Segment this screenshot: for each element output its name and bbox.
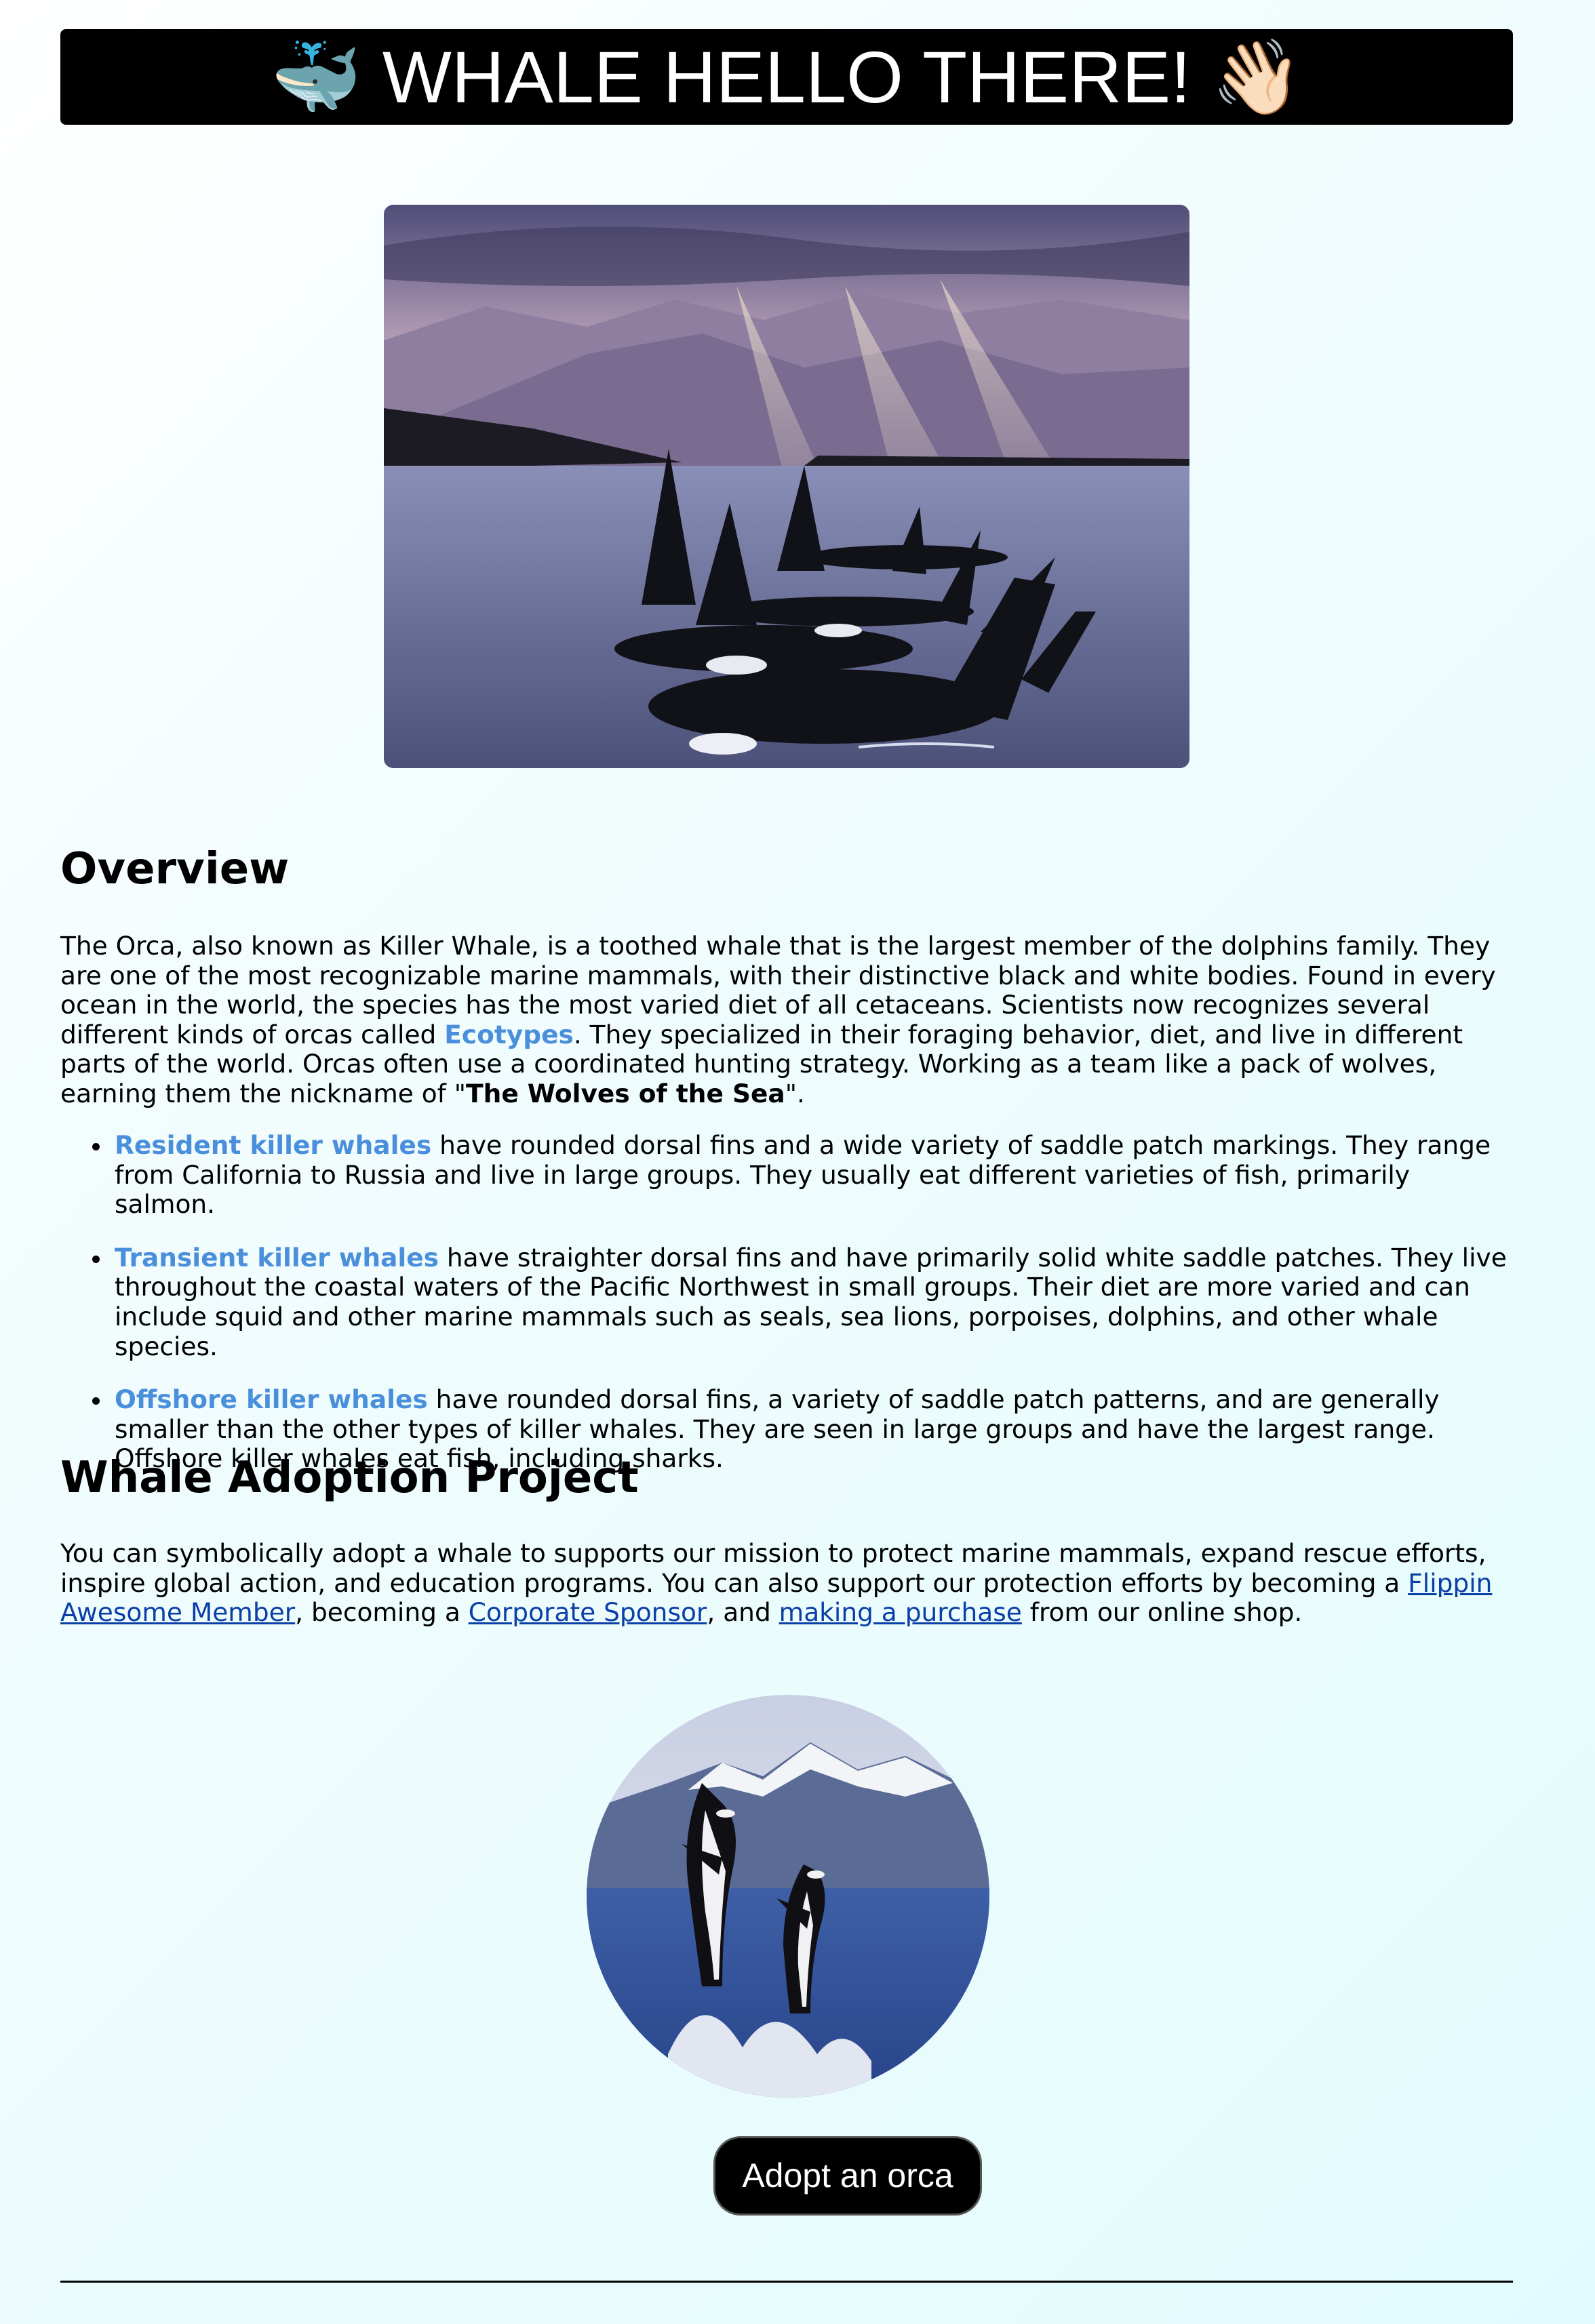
overview-text-3: ". [785,1078,805,1108]
list-item: Resident killer whales have rounded dors… [60,1130,1513,1220]
adoption-text-2: , becoming a [295,1597,469,1628]
ecotype-name: Offshore killer whales [115,1384,428,1415]
bullet-icon [92,1255,100,1263]
orca-pod-photo [384,205,1189,768]
adoption-paragraph: You can symbolically adopt a whale to su… [60,1538,1513,1628]
adoption-text-4: from our online shop. [1021,1597,1303,1628]
nickname-term: The Wolves of the Sea [466,1078,785,1108]
footer-divider [60,2281,1513,2283]
adopt-orca-button[interactable]: Adopt an orca [713,2136,982,2216]
bullet-icon [92,1397,100,1405]
ecotype-name: Transient killer whales [115,1242,439,1273]
overview-paragraph: The Orca, also known as Killer Whale, is… [60,931,1513,1109]
overview-heading: Overview [60,844,290,894]
wave-icon: 👋🏻 [1211,35,1303,120]
list-item: Transient killer whales have straighter … [60,1243,1513,1361]
bullet-icon [92,1143,100,1150]
corporate-sponsor-link[interactable]: Corporate Sponsor [469,1597,707,1627]
adoption-heading: Whale Adoption Project [60,1453,639,1503]
adoption-text-1: You can symbolically adopt a whale to su… [60,1538,1486,1598]
ecotype-list: Resident killer whales have rounded dors… [60,1130,1513,1498]
whale-icon: 🐳 [271,35,362,120]
purchase-link[interactable]: making a purchase [779,1597,1022,1627]
jumping-orcas-photo [587,1695,989,2098]
ecotype-name: Resident killer whales [115,1130,432,1160]
site-title: WHALE HELLO THERE! [382,36,1192,118]
site-header: 🐳 WHALE HELLO THERE! 👋🏻 [60,29,1513,125]
adoption-text-3: , and [707,1597,779,1628]
ecotypes-term: Ecotypes [444,1019,574,1049]
